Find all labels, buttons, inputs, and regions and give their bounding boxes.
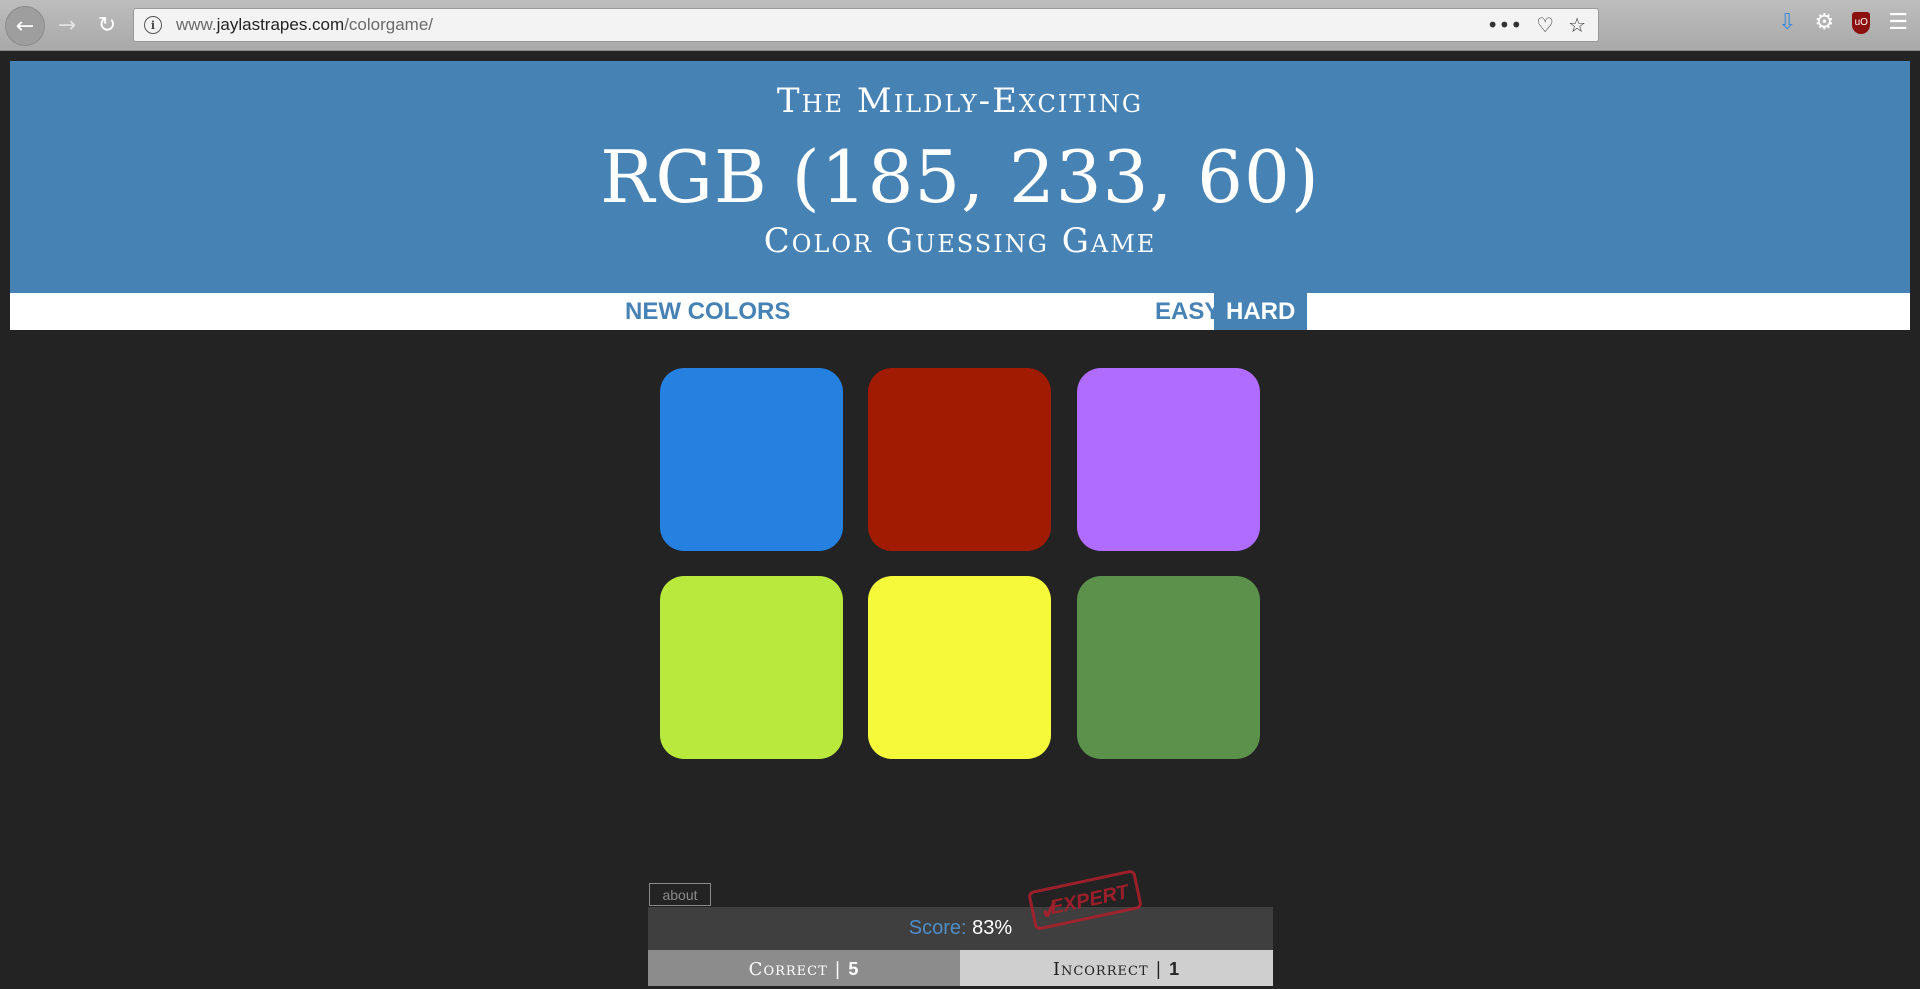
browser-toolbar: ← → ↻ i www.jaylastrapes.com/colorgame/ … <box>0 0 1920 51</box>
pocket-icon[interactable]: ♡ <box>1536 13 1554 37</box>
more-actions-icon[interactable]: ••• <box>1487 13 1522 37</box>
gear-icon[interactable]: ⚙ <box>1815 10 1835 35</box>
correct-label: Correct | <box>748 959 842 980</box>
ublock-icon[interactable]: uO <box>1852 11 1871 34</box>
incorrect-label: Incorrect | <box>1052 959 1163 980</box>
score-bar: Score: 83% <box>648 907 1273 950</box>
score-value: 83% <box>972 917 1013 939</box>
address-bar[interactable]: i www.jaylastrapes.com/colorgame/ ••• ♡ … <box>133 8 1599 42</box>
new-colors-button[interactable]: NEW COLORS <box>613 293 802 330</box>
correct-counter: Correct | 5 <box>648 950 960 986</box>
color-square[interactable] <box>868 576 1051 759</box>
control-stripe: NEW COLORS EASY HARD <box>10 293 1910 330</box>
url-text[interactable]: www.jaylastrapes.com/colorgame/ <box>176 15 433 35</box>
forward-arrow-icon: → <box>57 12 77 38</box>
header-subtitle-bottom: Color Guessing Game <box>763 221 1157 261</box>
header-subtitle-top: The Mildly-Exciting <box>776 81 1144 121</box>
incorrect-count: 1 <box>1169 959 1181 979</box>
hard-mode-button[interactable]: HARD <box>1214 293 1308 330</box>
game-header: The Mildly-Exciting RGB (185, 233, 60) C… <box>10 61 1910 293</box>
correct-count: 5 <box>848 959 860 979</box>
back-arrow-icon: ← <box>15 13 35 39</box>
info-icon[interactable]: i <box>144 16 162 34</box>
score-label: Score: <box>908 917 967 939</box>
back-button[interactable]: ← <box>5 6 45 46</box>
incorrect-counter: Incorrect | 1 <box>960 950 1273 986</box>
target-rgb-display: RGB (185, 233, 60) <box>600 135 1320 219</box>
color-square[interactable] <box>1077 576 1260 759</box>
about-button[interactable]: about <box>649 883 711 906</box>
reload-icon: ↻ <box>97 12 117 38</box>
bookmark-star-icon[interactable]: ☆ <box>1568 13 1586 37</box>
reload-button[interactable]: ↻ <box>88 6 126 44</box>
color-square[interactable] <box>868 368 1051 551</box>
hamburger-menu-icon[interactable]: ☰ <box>1888 10 1908 35</box>
forward-button[interactable]: → <box>48 6 86 44</box>
color-square[interactable] <box>660 368 843 551</box>
color-square[interactable] <box>1077 368 1260 551</box>
download-icon[interactable]: ⇩ <box>1778 10 1796 35</box>
color-square[interactable] <box>660 576 843 759</box>
